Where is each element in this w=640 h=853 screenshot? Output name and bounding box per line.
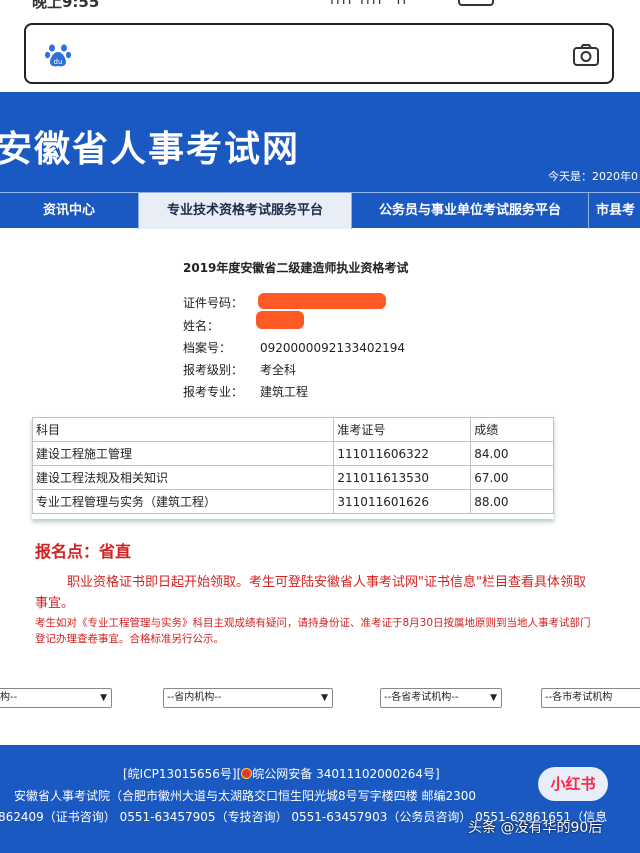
camera-icon[interactable] — [572, 43, 600, 67]
dropdown-provincial-orgs[interactable]: --省内机构-- ▼ — [163, 688, 333, 708]
info-value: 考全科 — [260, 363, 297, 377]
info-key: 报考专业： — [183, 385, 244, 399]
info-key: 姓名： — [183, 319, 220, 333]
page: 晚上9:55 ııll ııll ·ıl du 安徽省人事考试网 今天是：202… — [0, 0, 640, 853]
dropdown-value: --省内机构-- — [167, 692, 222, 703]
dropdown-value: 构-- — [0, 692, 18, 703]
table-header-row: 科目 准考证号 成绩 — [31, 417, 554, 442]
table-header: 准考证号 — [333, 417, 472, 442]
table-header: 科目 — [31, 417, 335, 442]
table-cell-subject: 建设工程施工管理 — [31, 441, 335, 466]
xiaohongshu-logo: 小红书 — [538, 767, 608, 801]
redaction-mark — [258, 293, 386, 309]
dropdown-national-orgs[interactable]: 构-- ▼ — [0, 688, 112, 708]
score-table: 科目 准考证号 成绩 建设工程施工管理 111011606322 84.00 建… — [31, 417, 554, 514]
dropdown-value: --各市考试机构 — [545, 692, 613, 703]
certificate-notice: 职业资格证书即日起开始领取。考生可登陆安徽省人事考试网"证书信息"栏目查看具体领… — [35, 575, 586, 611]
main-nav: 资讯中心 专业技术资格考试服务平台 公务员与事业单位考试服务平台 市县考 — [0, 192, 640, 229]
link-dropdowns: 构-- ▼ --省内机构-- ▼ --各省考试机构-- ▼ --各市考试机构 — [0, 688, 640, 710]
svg-text:du: du — [54, 58, 63, 66]
nav-item-news[interactable]: 资讯中心 — [0, 193, 138, 229]
table-cell-score: 88.00 — [470, 489, 554, 514]
info-value: 0920000092133402194 — [260, 341, 406, 355]
table-cell-ticket: 111011606322 — [333, 441, 472, 466]
footer-icp: [皖ICP13015656号][ 皖公网安备 34011102000264号] — [123, 765, 440, 782]
table-cell-subject: 建设工程法规及相关知识 — [31, 465, 335, 490]
info-row-name: 姓名： — [183, 317, 260, 334]
dropdown-city-exam-orgs[interactable]: --各市考试机构 — [541, 688, 640, 708]
info-value: 建筑工程 — [260, 385, 309, 399]
apply-point: 报名点：省直 — [35, 542, 132, 561]
exam-title: 2019年度安徽省二级建造师执业资格考试 — [183, 261, 409, 275]
police-badge-icon — [241, 768, 253, 779]
browser-search-bar[interactable]: du — [24, 23, 614, 84]
table-row: 建设工程施工管理 111011606322 84.00 — [31, 441, 554, 466]
info-row-major: 报考专业： 建筑工程 — [183, 383, 308, 400]
dropdown-province-exam-orgs[interactable]: --各省考试机构-- ▼ — [380, 688, 502, 708]
status-bar: 晚上9:55 ııll ııll ·ıl — [0, 0, 640, 18]
info-row-archive: 档案号： 0920000092133402194 — [183, 339, 405, 356]
signal-icon: ııll ııll ·ıl — [330, 0, 409, 8]
toutiao-watermark: 头条 @没有华的90后 — [468, 820, 603, 836]
table-cell-ticket: 311011601626 — [333, 489, 472, 514]
table-cell-ticket: 211011613530 — [333, 465, 472, 490]
table-row: 建设工程法规及相关知识 211011613530 67.00 — [31, 465, 554, 490]
police-record-link[interactable]: 皖公网安备 34011102000264号] — [252, 767, 439, 781]
review-notice: 考生如对《专业工程管理与实务》科目主观成绩有疑问，请持身份证、准考证于8月30日… — [35, 617, 591, 645]
redaction-mark — [256, 311, 304, 329]
footer-address: 安徽省人事考试院（合肥市徽州大道与太湖路交口恒生阳光城8号写字楼四楼 邮编230… — [14, 789, 476, 803]
info-key: 报考级别： — [183, 363, 244, 377]
table-row: 专业工程管理与实务（建筑工程） 311011601626 88.00 — [31, 489, 554, 514]
icp-link[interactable]: [皖ICP13015656号][ — [123, 767, 241, 781]
chevron-down-icon: ▼ — [490, 693, 497, 703]
chevron-down-icon: ▼ — [321, 693, 328, 703]
info-key: 证件号码： — [183, 296, 244, 310]
nav-item-professional[interactable]: 专业技术资格考试服务平台 — [139, 193, 351, 229]
site-date: 今天是：2020年0 — [548, 170, 638, 183]
nav-divider — [588, 193, 589, 229]
status-time: 晚上9:55 — [32, 0, 100, 11]
info-row-level: 报考级别： 考全科 — [183, 361, 296, 378]
site-header: 安徽省人事考试网 今天是：2020年0 — [0, 92, 640, 192]
nav-item-city[interactable]: 市县考 — [596, 193, 640, 229]
dropdown-value: --各省考试机构-- — [384, 692, 459, 703]
table-cell-score: 84.00 — [470, 441, 554, 466]
table-cell-score: 67.00 — [470, 465, 554, 490]
chevron-down-icon: ▼ — [100, 693, 107, 703]
battery-icon — [458, 0, 494, 6]
site-title[interactable]: 安徽省人事考试网 — [0, 120, 300, 172]
site-footer: [皖ICP13015656号][ 皖公网安备 34011102000264号] 安… — [0, 745, 640, 853]
baidu-paw-icon[interactable]: du — [44, 41, 72, 69]
nav-item-civil-service[interactable]: 公务员与事业单位考试服务平台 — [352, 193, 588, 229]
table-cell-subject: 专业工程管理与实务（建筑工程） — [31, 489, 335, 514]
table-header: 成绩 — [470, 417, 554, 442]
info-key: 档案号： — [183, 341, 232, 355]
